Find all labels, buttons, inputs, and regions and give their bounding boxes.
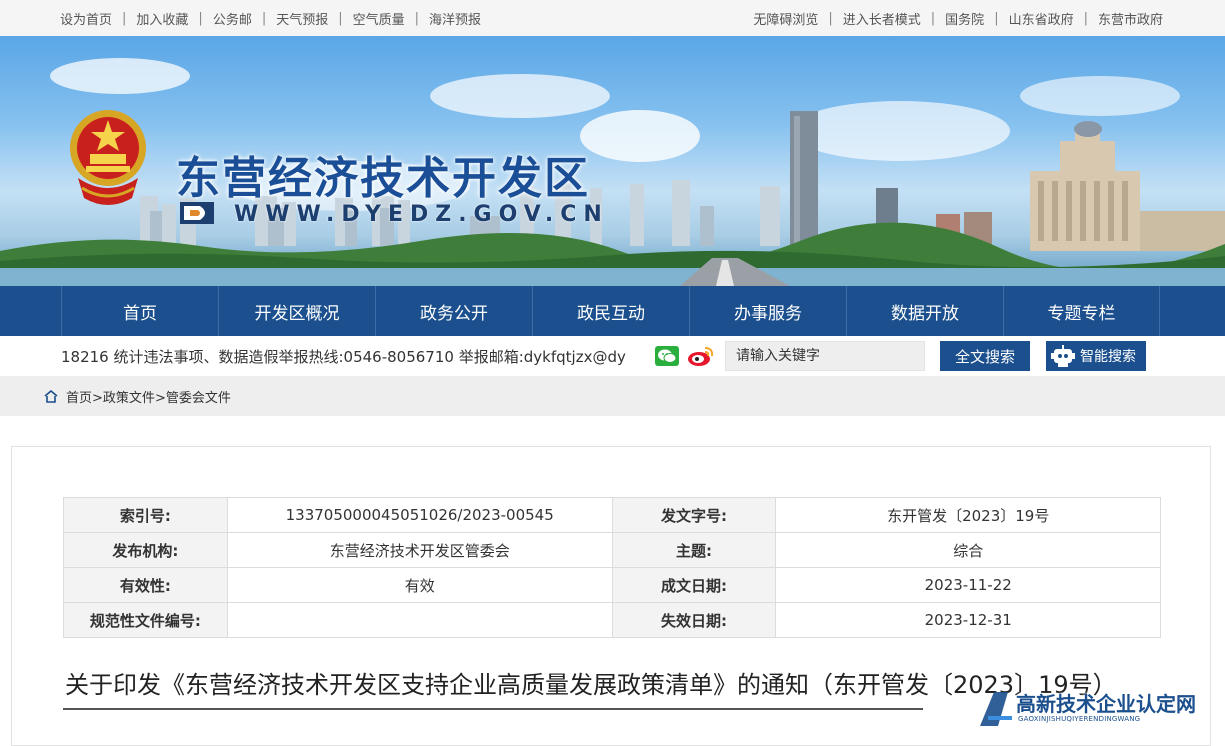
smart-search-label: 智能搜索 <box>1080 349 1136 365</box>
written-date-value: 2023-11-22 <box>775 567 1161 603</box>
issuer-label: 发布机构: <box>63 532 228 568</box>
fulltext-search-button[interactable]: 全文搜索 <box>940 341 1030 371</box>
expiry-date-label: 失效日期: <box>611 602 777 638</box>
breadcrumb-bar: 首页>政策文件>管委会文件 <box>0 376 1225 416</box>
index-number-value: 133705000045051026/2023-00545 <box>226 497 613 533</box>
breadcrumb-home[interactable]: 首页 <box>66 391 92 406</box>
top-right-links: 无障碍浏览 | 进入长者模式 | 国务院 | 山东省政府 | 东营市政府 <box>753 9 1163 28</box>
smart-search-button[interactable]: 智能搜索 <box>1046 341 1146 371</box>
top-left-links: 设为首页 | 加入收藏 | 公务邮 | 天气预报 | 空气质量 | 海洋预报 <box>60 9 482 28</box>
validity-value: 有效 <box>226 567 613 603</box>
document-number-label: 发文字号: <box>611 497 777 533</box>
air-quality-link[interactable]: 空气质量 <box>353 9 405 28</box>
table-row: 有效性: 有效 成文日期: 2023-11-22 <box>63 567 1161 603</box>
ocean-forecast-link[interactable]: 海洋预报 <box>429 9 481 28</box>
breadcrumb-committee-files[interactable]: 管委会文件 <box>166 391 231 406</box>
nav-citizen-interaction[interactable]: 政民互动 <box>532 286 689 336</box>
written-date-label: 成文日期: <box>611 567 777 603</box>
normative-number-value <box>226 602 613 638</box>
nav-open-data[interactable]: 数据开放 <box>846 286 1003 336</box>
weibo-icon[interactable] <box>687 345 715 367</box>
main-navigation: 首页 开发区概况 政务公开 政民互动 办事服务 数据开放 专题专栏 <box>0 286 1225 336</box>
site-banner: 东营经济技术开发区 WWW.DYEDZ.GOV.CN <box>0 36 1225 286</box>
nav-government-affairs[interactable]: 政务公开 <box>375 286 532 336</box>
table-row: 规范性文件编号: 失效日期: 2023-12-31 <box>63 602 1161 638</box>
subject-value: 综合 <box>775 532 1161 568</box>
social-links <box>655 345 715 367</box>
state-council-link[interactable]: 国务院 <box>945 9 984 28</box>
national-emblem-logo <box>70 110 146 205</box>
site-url: WWW.DYEDZ.GOV.CN <box>234 202 609 227</box>
document-title: 关于印发《东营经济技术开发区支持企业高质量发展政策清单》的通知（东开管发〔202… <box>65 671 1117 699</box>
expiry-date-value: 2023-12-31 <box>775 602 1161 638</box>
dongying-gov-link[interactable]: 东营市政府 <box>1098 9 1163 28</box>
watermark-text: 高新技术企业认定网 <box>1016 692 1196 716</box>
top-utility-bar: 设为首页 | 加入收藏 | 公务邮 | 天气预报 | 空气质量 | 海洋预报 无障碍浏览 |… <box>0 0 1225 36</box>
breadcrumb-policy-files[interactable]: 政策文件 <box>103 391 155 406</box>
search-input[interactable] <box>725 341 925 371</box>
robot-icon <box>1051 345 1075 367</box>
table-row: 索引号: 133705000045051026/2023-00545 发文字号:… <box>63 497 1161 533</box>
normative-number-label: 规范性文件编号: <box>63 602 228 638</box>
notice-ticker[interactable]: 18216 统计违法事项、数据造假举报热线:0546-8056710 举报邮箱:… <box>61 346 643 367</box>
accessibility-link[interactable]: 无障碍浏览 <box>753 9 818 28</box>
document-meta-table: 索引号: 133705000045051026/2023-00545 发文字号:… <box>63 497 1161 638</box>
watermark-subtext: GAOXINJISHUQIYERENDINGWANG <box>1018 715 1141 723</box>
subject-label: 主题: <box>611 532 777 568</box>
table-row: 发布机构: 东营经济技术开发区管委会 主题: 综合 <box>63 532 1161 568</box>
set-homepage-link[interactable]: 设为首页 <box>60 9 112 28</box>
wechat-icon[interactable] <box>655 346 679 366</box>
nav-services[interactable]: 办事服务 <box>689 286 846 336</box>
nav-zone-overview[interactable]: 开发区概况 <box>218 286 375 336</box>
weather-link[interactable]: 天气预报 <box>276 9 328 28</box>
add-favorite-link[interactable]: 加入收藏 <box>136 9 188 28</box>
issuer-value: 东营经济技术开发区管委会 <box>226 532 613 568</box>
validity-label: 有效性: <box>63 567 228 603</box>
title-divider <box>63 708 923 710</box>
home-icon <box>44 389 58 403</box>
elder-mode-link[interactable]: 进入长者模式 <box>843 9 921 28</box>
document-number-value: 东开管发〔2023〕19号 <box>775 497 1161 533</box>
official-mail-link[interactable]: 公务邮 <box>213 9 252 28</box>
site-logo-icon <box>180 202 214 224</box>
breadcrumb: 首页>政策文件>管委会文件 <box>66 390 231 406</box>
nav-special-topics[interactable]: 专题专栏 <box>1003 286 1160 336</box>
shandong-gov-link[interactable]: 山东省政府 <box>1009 9 1074 28</box>
nav-home[interactable]: 首页 <box>61 286 218 336</box>
search-bar: 18216 统计违法事项、数据造假举报热线:0546-8056710 举报邮箱:… <box>0 336 1225 376</box>
index-number-label: 索引号: <box>63 497 228 533</box>
site-title: 东营经济技术开发区 <box>176 153 590 204</box>
